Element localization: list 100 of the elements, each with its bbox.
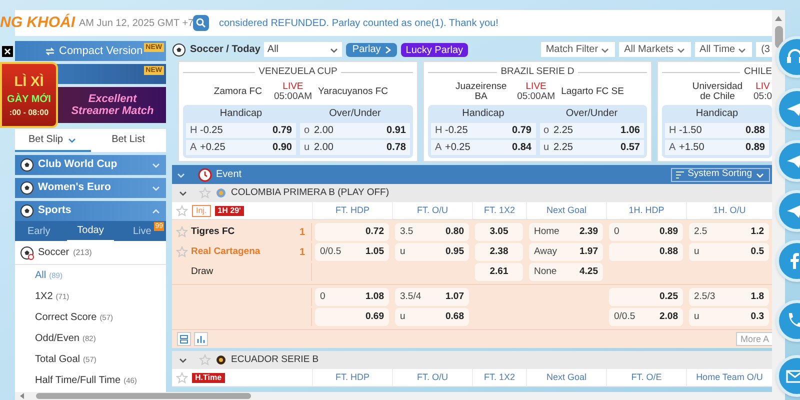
star-icon: [176, 372, 188, 384]
league-row[interactable]: ECUADOR SERIE B: [172, 351, 772, 369]
star-icon: [176, 246, 188, 258]
odds-cell[interactable]: 0.25: [609, 288, 683, 306]
league-logo-icon: [216, 188, 226, 198]
clock-icon: [198, 168, 212, 182]
column-header: FT. O/U: [392, 202, 472, 219]
scrollbar-thumb[interactable]: [36, 393, 251, 399]
period-tab[interactable]: Early: [15, 221, 63, 241]
kickoff-time: 05:00AM: [517, 92, 556, 102]
odds-cell[interactable]: 0/0.5 1.05: [315, 243, 389, 261]
match-card[interactable]: CHILE Universidad de Chile LIV 05:0 Handicap H -1.50 0.88 A +1.50 0.89: [657, 61, 772, 162]
injury-badge: Inj.: [192, 204, 211, 216]
parlay-button[interactable]: Parlay: [346, 42, 397, 56]
list-view-button[interactable]: [177, 332, 191, 346]
odds-cell[interactable]: 2.5 1.2: [689, 223, 769, 241]
close-icon: [4, 48, 11, 55]
star-icon: [176, 204, 188, 216]
swap-icon: [45, 46, 55, 56]
odds-cell[interactable]: 2.5/3 1.8: [689, 288, 769, 306]
league-row[interactable]: COLOMBIA PRIMERA B (PLAY OFF): [172, 184, 772, 202]
page-title: Soccer / Today: [190, 43, 260, 57]
score: 1: [299, 226, 305, 240]
odds-cell[interactable]: 0/0.5 2.08: [609, 308, 683, 326]
league-select[interactable]: All: [264, 42, 342, 57]
odds-cell[interactable]: 2.38: [475, 243, 523, 261]
team-name: Juazeirense BA: [454, 82, 508, 102]
team-name: Real Cartagena: [191, 244, 262, 259]
odds-cell[interactable]: 0 1.08: [315, 288, 389, 306]
market-title: Handicap: [218, 107, 264, 121]
column-header: Next Goal: [526, 202, 606, 219]
column-title: Event: [216, 168, 243, 182]
odds-cell[interactable]: 0.88: [609, 243, 683, 261]
league-title: CHILE: [744, 65, 772, 79]
search-button[interactable]: [193, 15, 209, 31]
odds-cell[interactable]: H -1.50 0.88: [665, 123, 769, 138]
sport-section-header[interactable]: Sports: [15, 201, 166, 221]
column-header: Next Goal: [526, 369, 606, 386]
lucky-parlay-button[interactable]: Lucky Parlay: [400, 42, 468, 56]
market-title: Handicap: [694, 107, 740, 121]
odds-cell[interactable]: u 0.95: [395, 243, 469, 261]
bet-tab[interactable]: Bet List: [90, 129, 166, 152]
draw-label: Draw: [191, 264, 214, 279]
odds-cell[interactable]: u 0.3: [689, 308, 769, 326]
kickoff-time: 05:00AM: [274, 92, 312, 102]
facebook-icon: [790, 253, 800, 269]
filter-dropdown[interactable]: (3: [756, 42, 772, 57]
match-time-badge: H.Time: [192, 372, 225, 382]
horizontal-scrollbar[interactable]: [15, 392, 785, 400]
scroll-up-icon: [774, 14, 783, 22]
filter-dropdown[interactable]: All Markets: [619, 42, 691, 57]
team-name: Zamora FC: [212, 87, 263, 98]
stats-button[interactable]: [194, 332, 208, 346]
team-name: Universidad de Chile: [691, 82, 744, 102]
sort-icon: [676, 170, 685, 178]
odds-cell[interactable]: 0.69: [315, 308, 389, 326]
odds-cell[interactable]: Home 2.39: [529, 223, 603, 241]
star-icon: [199, 187, 211, 199]
odds-cell[interactable]: None 4.25: [529, 263, 603, 281]
sort-dropdown[interactable]: System Sorting: [670, 168, 770, 182]
odds-cell[interactable]: A +1.50 0.89: [665, 140, 769, 155]
chevron-right-icon: [384, 46, 391, 54]
odds-cell[interactable]: u 0.5: [689, 243, 769, 261]
odds-cell[interactable]: u 2.25 0.57: [540, 140, 644, 155]
bar-chart-icon: [197, 335, 205, 343]
score: 1: [299, 246, 305, 260]
logo-text: NG KHOÁI: [0, 12, 75, 33]
odds-cell[interactable]: H -0.25 0.79: [186, 123, 296, 138]
filter-dropdown[interactable]: Match Filter: [540, 42, 616, 57]
kickoff-time: 05:0: [754, 92, 772, 102]
team-name: Yaracuyanos FC: [318, 85, 388, 99]
odds-cell[interactable]: u 2.00 0.78: [300, 140, 410, 155]
soccer-ball-icon: [20, 246, 34, 260]
odds-cell[interactable]: 3.5 0.80: [395, 223, 469, 241]
league-logo-icon: [216, 355, 226, 365]
odds-cell[interactable]: u 0.68: [395, 308, 469, 326]
sport-section-header[interactable]: Club World Cup: [15, 155, 166, 175]
odds-cell[interactable]: Away 1.97: [529, 243, 603, 261]
odds-cell[interactable]: 3.5/4 1.07: [395, 288, 469, 306]
market-title: Handicap: [461, 107, 506, 121]
odds-cell[interactable]: A +0.25 0.84: [431, 140, 536, 155]
odds-cell[interactable]: H -0.25 0.79: [431, 123, 536, 138]
odds-cell[interactable]: 0 0.89: [609, 223, 683, 241]
sport-section-header[interactable]: Women's Euro: [15, 178, 166, 198]
odds-cell[interactable]: o 2.25 1.06: [540, 123, 644, 138]
scrollbar-thumb[interactable]: [774, 26, 782, 48]
odds-cell[interactable]: 2.61: [475, 263, 523, 281]
sport-count: (213): [73, 246, 92, 258]
odds-cell[interactable]: A +0.25 0.90: [186, 140, 296, 155]
odds-cell[interactable]: 0.72: [315, 223, 389, 241]
section-title: Women's Euro: [38, 180, 112, 196]
match-time-badge: 1H 29': [214, 206, 244, 216]
odds-cell[interactable]: o 2.00 0.91: [300, 123, 410, 138]
compact-version-text: Compact Version: [59, 44, 143, 59]
close-button[interactable]: [2, 46, 13, 57]
live-status: LIVE: [526, 82, 546, 92]
odds-cell[interactable]: 3.05: [475, 223, 523, 241]
sport-name[interactable]: Soccer: [38, 245, 70, 260]
promo-popup[interactable]: LÌ XÌ GÀY MỚI :00 - 08:00: [0, 62, 58, 128]
filter-dropdown[interactable]: All Time: [694, 42, 752, 57]
